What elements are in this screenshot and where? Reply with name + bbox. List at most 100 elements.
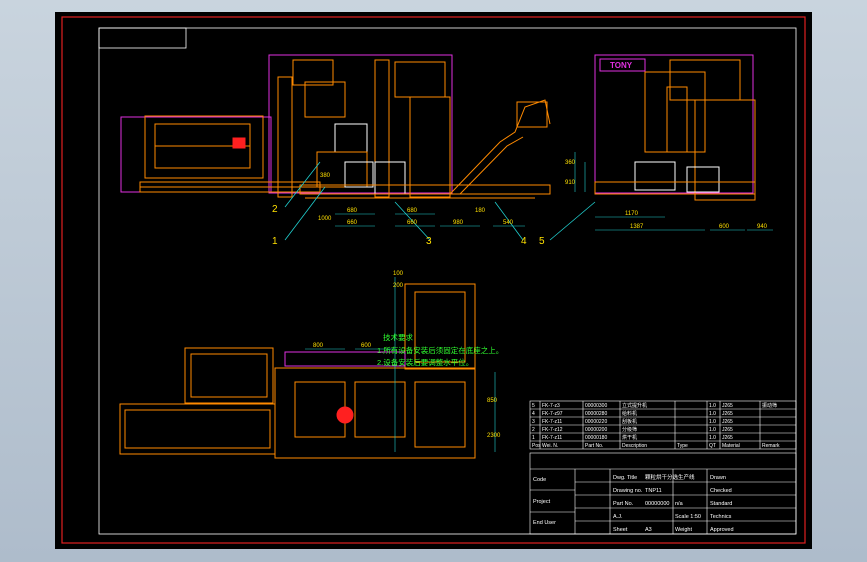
parts-cell: 00000200	[585, 427, 607, 433]
parts-cell: J265	[722, 435, 733, 441]
dim-front-180: 180	[475, 208, 486, 214]
parts-cell: 1.0	[709, 435, 716, 441]
parts-cell: 刮板机	[622, 418, 637, 425]
notes-title: 技术要求	[383, 332, 413, 342]
balloon-1: 1	[272, 236, 278, 247]
parts-cell: 00000180	[585, 435, 607, 441]
cad-drawing: 2 1 3 4 5 380 1000 680 660 680 660 980 5…	[61, 16, 806, 544]
parts-cell: 1.0	[709, 403, 716, 409]
title-row-label: Drawing no.	[613, 488, 643, 494]
parts-header-cell: Description	[622, 443, 647, 449]
title-block	[529, 452, 797, 535]
parts-cell: 1.0	[709, 427, 716, 433]
dim-side-600: 600	[719, 224, 730, 230]
plan-dryer-top	[184, 347, 274, 404]
brand-logo: TONY	[610, 61, 633, 70]
dim-front-980: 980	[453, 220, 464, 226]
dim-front-680b: 680	[407, 208, 418, 214]
parts-header-cell: Material	[722, 443, 740, 449]
parts-cell: FK-7-z11	[542, 419, 562, 425]
dim-side-910: 910	[565, 180, 576, 186]
dim-front-1000: 1000	[318, 216, 332, 222]
parts-cell: FK-7-z11	[542, 435, 562, 441]
dim-side-360: 360	[565, 160, 576, 166]
dim-side-940: 940	[757, 224, 768, 230]
dim-front-660a: 660	[347, 220, 358, 226]
screen-box	[334, 123, 368, 153]
side-tower	[694, 99, 756, 201]
parts-cell: 1	[532, 435, 535, 441]
parts-cell: 1.0	[709, 411, 716, 417]
dryer-enclosure	[120, 116, 272, 193]
title-labels: Code Project End User	[533, 477, 556, 526]
dim-side-1170: 1170	[625, 211, 639, 217]
outer-frame	[61, 16, 806, 544]
balloon-5: 5	[539, 236, 545, 247]
front-leaders	[284, 161, 596, 241]
parts-cell: J265	[722, 419, 733, 425]
side-view	[594, 54, 756, 201]
parts-header-cell: Part No.	[585, 443, 603, 449]
parts-cell: 给料机	[622, 410, 637, 417]
parts-cell: FK-7-z12	[542, 427, 563, 433]
dim-plan-600: 600	[361, 343, 372, 349]
dim-front-380: 380	[320, 173, 331, 179]
parts-cell: 3	[532, 419, 535, 425]
dim-plan-800: 800	[313, 343, 324, 349]
label-end-user: End User	[533, 520, 556, 526]
elevator-1	[277, 76, 293, 198]
title-row-mid: Scale 1:50	[675, 514, 701, 520]
feeder-box	[374, 161, 406, 195]
side-enclosure	[594, 54, 754, 194]
label-code: Code	[533, 477, 546, 483]
dim-front-680a: 680	[347, 208, 358, 214]
parts-cell: 5	[532, 403, 535, 409]
parts-cell: J265	[722, 427, 733, 433]
parts-header-cell: Pos	[532, 443, 541, 449]
balloon-4: 4	[521, 236, 527, 247]
title-row-value: TNP11	[645, 488, 662, 494]
label-project: Project	[533, 499, 551, 505]
front-dim-lines	[335, 213, 525, 227]
parts-header-cell: Type	[677, 443, 688, 449]
front-dimensions: 380 1000 680 660 680 660 980 540 180	[318, 173, 514, 226]
dim-plan-2300: 2300	[487, 433, 501, 439]
parts-cell: 分级筛	[622, 426, 637, 433]
title-row-label: Dwg. Title	[613, 475, 637, 481]
parts-header-cell: Wei. N.	[542, 443, 558, 449]
parts-cell: 4	[532, 411, 535, 417]
plan-view	[119, 283, 476, 459]
title-row-label: A.J.	[613, 514, 623, 520]
note-1: 1.所有设备安装后须固定在底座之上。	[377, 345, 503, 355]
title-row-label: Sheet	[613, 527, 628, 533]
parts-cell: J265	[722, 403, 733, 409]
corner-stamp-box	[98, 27, 187, 49]
parts-cell: FK-7-z97	[542, 411, 563, 417]
balloon-3: 3	[426, 236, 432, 247]
parts-header-cell: QT	[709, 443, 716, 449]
title-row-approval: Drawn	[710, 475, 726, 481]
title-row-value: A3	[645, 527, 652, 533]
balloon-2: 2	[272, 204, 278, 215]
front-view	[120, 54, 551, 199]
parts-cell: 立式提升机	[622, 402, 647, 409]
title-row-approval: Technics	[710, 514, 732, 520]
title-row-value: 00000000	[645, 501, 669, 507]
title-row-approval: Checked	[710, 488, 732, 494]
title-row-value: 颗粒烘干分选生产线	[645, 473, 695, 481]
dim-side-1387: 1387	[630, 224, 644, 230]
drawing-sheet: 2 1 3 4 5 380 1000 680 660 680 660 980 5…	[55, 12, 812, 549]
title-row-label: Part No.	[613, 501, 634, 507]
parts-cell: 00000300	[585, 403, 607, 409]
title-row-approval: Approved	[710, 527, 734, 533]
parts-table	[529, 400, 797, 450]
dim-front-660b: 660	[407, 220, 418, 226]
parts-cell: 00000280	[585, 411, 607, 417]
parts-header-cell: Remark	[762, 443, 780, 449]
dim-plan-850: 850	[487, 398, 498, 404]
dim-plan-200: 200	[393, 283, 404, 289]
title-row-approval: Standard	[710, 501, 732, 507]
parts-cell: 2	[532, 427, 535, 433]
parts-cell: 1.0	[709, 419, 716, 425]
title-row-mid: n/a	[675, 501, 684, 507]
